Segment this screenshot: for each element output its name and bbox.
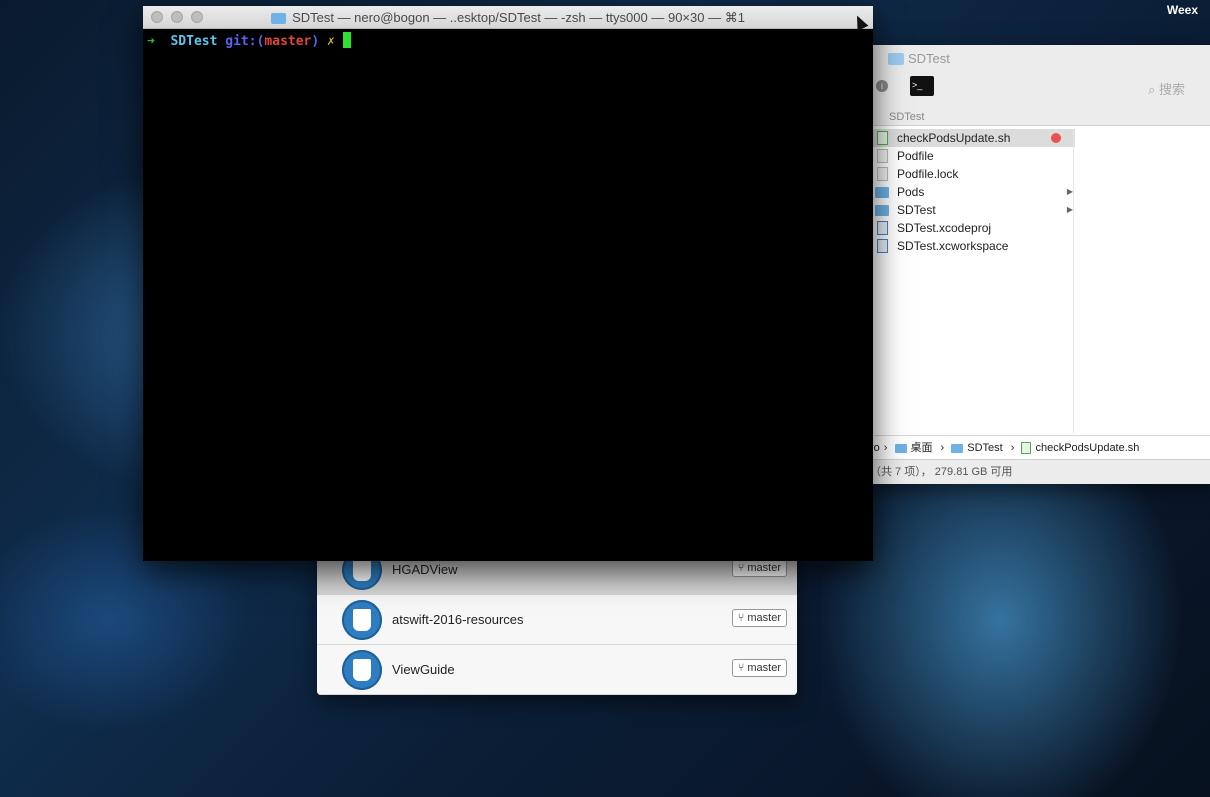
github-repo-list: HGADView ⑂ master atswift-2016-resources … [317, 545, 797, 695]
chevron-right-icon: › [1010, 442, 1015, 454]
terminal-title-text: SDTest — nero@bogon — ..esktop/SDTest — … [292, 10, 745, 25]
chevron-right-icon: › [883, 442, 888, 454]
file-name: SDTest.xcworkspace [897, 239, 1009, 253]
script-file-icon [877, 131, 888, 145]
file-item-podfile[interactable]: Podfile [870, 147, 1075, 165]
column-header: SDTest [889, 111, 925, 123]
file-item-xcworkspace[interactable]: SDTest.xcworkspace [870, 237, 1075, 255]
file-item-podfile-lock[interactable]: Podfile.lock [870, 165, 1075, 183]
branch-name: master [747, 562, 781, 574]
search-label: 搜索 [1158, 82, 1185, 97]
prompt-dirty-mark: ✗ [327, 34, 335, 49]
repo-name: atswift-2016-resources [392, 612, 524, 627]
repo-icon [342, 600, 382, 640]
text-cursor [342, 32, 351, 48]
file-name: SDTest [897, 203, 936, 217]
terminal-content[interactable]: ➜ SDTest git:(master) ✗ [143, 29, 873, 49]
document-icon [877, 167, 888, 181]
file-name: Pods [897, 185, 925, 199]
file-name: checkPodsUpdate.sh [897, 131, 1011, 145]
terminal-title: SDTest — nero@bogon — ..esktop/SDTest — … [143, 10, 873, 26]
chevron-right-icon: › [940, 442, 945, 454]
folder-icon [875, 205, 889, 216]
file-name: Podfile [897, 149, 934, 163]
xcodeproj-icon [877, 221, 888, 235]
search-icon: ⌕ [1148, 82, 1159, 97]
terminal-titlebar[interactable]: SDTest — nero@bogon — ..esktop/SDTest — … [143, 6, 873, 29]
file-item-pods[interactable]: Pods ▶ [870, 183, 1075, 201]
path-segment-file[interactable]: checkPodsUpdate.sh [1021, 442, 1143, 455]
branch-name: master [747, 662, 781, 674]
finder-title: SDTest [908, 51, 950, 66]
file-name: SDTest.xcodeproj [897, 221, 992, 235]
repo-name: ViewGuide [392, 662, 455, 677]
repo-row-atswift[interactable]: atswift-2016-resources ⑂ master [317, 595, 797, 645]
folder-icon [271, 13, 287, 25]
repo-name: HGADView [392, 562, 458, 577]
path-label: 桌面 [910, 442, 933, 454]
path-segment-sdtest[interactable]: SDTest [951, 442, 1006, 454]
red-tag-icon [1051, 133, 1061, 143]
prompt-arrow: ➜ [147, 34, 155, 49]
file-name: Podfile.lock [897, 167, 959, 181]
info-icon[interactable]: i [876, 80, 888, 92]
folder-icon [894, 443, 907, 453]
path-label: checkPodsUpdate.sh [1035, 442, 1140, 454]
branch-name: master [747, 612, 781, 624]
terminal-window[interactable]: SDTest — nero@bogon — ..esktop/SDTest — … [143, 6, 873, 561]
prompt-directory: SDTest [170, 34, 218, 49]
finder-toolbar: SDTest i >_ ⌕ 搜索 SDTest [870, 45, 1210, 126]
prompt-git-label: git:( [225, 34, 265, 49]
folder-icon [888, 53, 904, 65]
menubar-app-name[interactable]: Weex [1167, 3, 1198, 17]
branch-badge[interactable]: ⑂ master [731, 609, 787, 627]
file-item-xcodeproj[interactable]: SDTest.xcodeproj [870, 219, 1075, 237]
branch-icon: ⑂ [737, 612, 745, 624]
repo-icon [342, 650, 382, 690]
file-item-sdtest[interactable]: SDTest ▶ [870, 201, 1075, 219]
xcworkspace-icon [877, 239, 888, 253]
finder-window: SDTest i >_ ⌕ 搜索 SDTest checkPodsUpdate.… [870, 45, 1210, 484]
search-field[interactable]: ⌕ 搜索 [1148, 79, 1185, 98]
status-bar: （共 7 项）， 279.81 GB 可用 [870, 459, 1210, 484]
prompt-branch: master [264, 34, 312, 49]
branch-icon: ⑂ [737, 562, 745, 574]
folder-icon [875, 187, 889, 198]
path-bar: ro › 桌面 › SDTest › checkPodsUpdate.sh [870, 435, 1210, 460]
script-file-icon [1021, 442, 1032, 455]
branch-badge[interactable]: ⑂ master [731, 559, 787, 577]
branch-badge[interactable]: ⑂ master [731, 659, 787, 677]
branch-icon: ⑂ [737, 662, 745, 674]
prompt-git-close: ) [311, 34, 320, 49]
file-item-checkpodsupdate[interactable]: checkPodsUpdate.sh [870, 129, 1075, 147]
terminal-toolbar-button[interactable]: >_ [910, 76, 934, 96]
folder-icon [951, 443, 964, 453]
path-label: SDTest [967, 442, 1003, 454]
file-list: checkPodsUpdate.sh Podfile Podfile.lock … [870, 129, 1075, 255]
repo-row-viewguide[interactable]: ViewGuide ⑂ master [317, 645, 797, 695]
path-segment-desktop[interactable]: 桌面 [894, 442, 937, 454]
document-icon [877, 149, 888, 163]
column-divider[interactable] [1073, 129, 1074, 433]
